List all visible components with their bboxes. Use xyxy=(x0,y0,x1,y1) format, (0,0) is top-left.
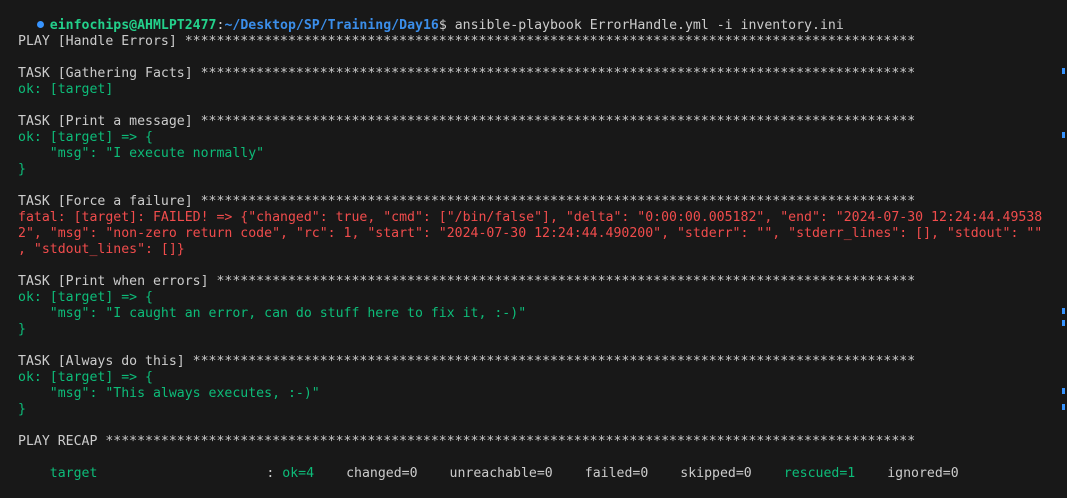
scrollbar-marker[interactable] xyxy=(1062,308,1065,314)
task-error-line-3: , "stdout_lines": []} xyxy=(18,242,185,257)
task-error-line-2: 2", "msg": "non-zero return code", "rc":… xyxy=(18,226,1043,241)
task-error-line-1: fatal: [target]: FAILED! => {"changed": … xyxy=(18,210,1043,225)
task-header-print-when-errors: TASK [Print when errors] ***************… xyxy=(18,274,916,289)
task-result-print-message: ok: [target] => { xyxy=(18,130,153,145)
task-msg-print-message: "msg": "I execute normally" xyxy=(18,146,265,161)
task-msg-always-do-this: "msg": "This always executes, :-)" xyxy=(18,386,320,401)
prompt-symbol: $ xyxy=(438,18,447,33)
task-msg-print-when-errors: "msg": "I caught an error, can do stuff … xyxy=(18,306,527,321)
task-result-always-do-this: ok: [target] => { xyxy=(18,370,153,385)
command-status-dot-icon[interactable] xyxy=(36,21,44,28)
task-header-force-failure: TASK [Force a failure] *****************… xyxy=(18,194,916,209)
prompt-user-host: einfochips@AHMLPT2477 xyxy=(49,18,217,33)
recap-failed: failed=0 xyxy=(584,466,649,481)
prompt-command: ansible-playbook ErrorHandle.yml -i inve… xyxy=(446,18,844,33)
task-result-print-when-errors: ok: [target] => { xyxy=(18,290,153,305)
scrollbar-marker[interactable] xyxy=(1062,404,1065,410)
task-header-always-do-this: TASK [Always do this] ******************… xyxy=(18,354,916,369)
scrollbar-marker[interactable] xyxy=(1062,320,1065,326)
scrollbar-marker[interactable] xyxy=(1062,132,1065,138)
recap-ignored: ignored=0 xyxy=(887,466,959,481)
play-recap-header: PLAY RECAP *****************************… xyxy=(18,434,916,449)
terminal-panel[interactable]: einfochips@AHMLPT2477: ~/Desktop/SP/Train… xyxy=(0,0,1067,481)
task-header-gathering-facts: TASK [Gathering Facts] *****************… xyxy=(18,66,916,81)
play-recap-row: target: ok=4 changed=0 unreachable=0 failed… xyxy=(18,450,959,481)
prompt-line: einfochips@AHMLPT2477:~/Desktop/SP/Train… xyxy=(5,2,844,33)
task-close-print-message: } xyxy=(18,162,26,177)
task-close-print-when-errors: } xyxy=(18,322,26,337)
task-header-print-message: TASK [Print a message] *****************… xyxy=(18,114,916,129)
recap-changed: changed=0 xyxy=(346,466,418,481)
play-header: PLAY [Handle Errors] *******************… xyxy=(18,34,916,49)
prompt-path: ~/Desktop/SP/Training/Day16 xyxy=(224,18,439,33)
recap-skipped: skipped=0 xyxy=(680,466,752,481)
scrollbar-marker[interactable] xyxy=(1062,68,1065,74)
recap-colon: : xyxy=(266,466,283,481)
task-result-gathering-facts: ok: [target] xyxy=(18,82,114,97)
recap-rescued: rescued=1 xyxy=(783,466,856,481)
recap-unreachable: unreachable=0 xyxy=(449,466,553,481)
recap-ok: ok=4 xyxy=(282,466,315,481)
scrollbar-marker[interactable] xyxy=(1062,388,1065,394)
task-close-always-do-this: } xyxy=(18,402,26,417)
recap-host: target xyxy=(49,466,98,481)
